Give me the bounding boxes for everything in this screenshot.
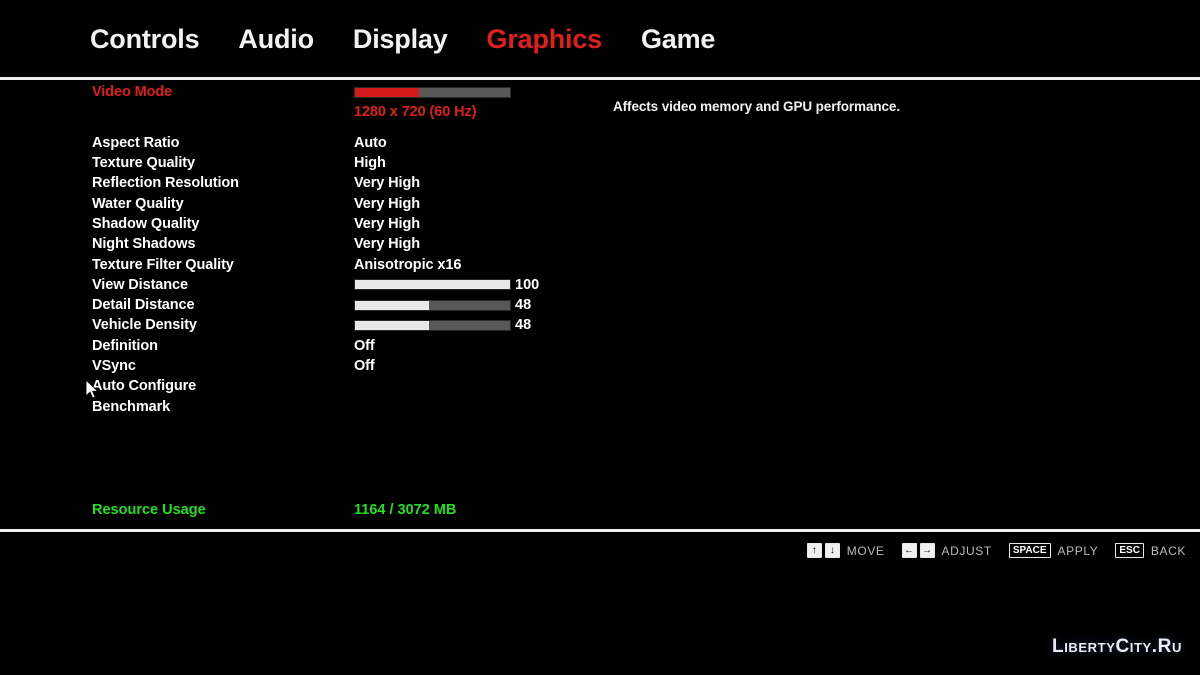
slider-fill bbox=[355, 87, 419, 97]
game-options-screen: Controls Audio Display Graphics Game Video M… bbox=[0, 0, 1200, 675]
slider-fill bbox=[355, 280, 510, 290]
slider-fill bbox=[355, 320, 430, 330]
settings-tab-bar: Controls Audio Display Graphics Game bbox=[0, 0, 1200, 78]
setting-label: View Distance bbox=[92, 276, 188, 293]
setting-label: Definition bbox=[92, 337, 158, 354]
footer-bar: ↑ ↓ MOVE ← → ADJUST SPACE APPLY ESC BACK LibertyC… bbox=[0, 532, 1200, 675]
keycap-icon: ↓ bbox=[824, 543, 840, 558]
keycap-group: SPACE bbox=[1008, 543, 1051, 558]
hint-label: ADJUST bbox=[941, 543, 992, 558]
setting-row[interactable]: Video Mode bbox=[0, 82, 600, 102]
keycap-group: ← → bbox=[901, 543, 935, 558]
site-watermark: LibertyCity.Ru bbox=[1051, 636, 1182, 657]
setting-value[interactable]: Off bbox=[354, 358, 375, 374]
slider-value: 100 bbox=[515, 276, 540, 293]
setting-row[interactable]: Auto Configure bbox=[0, 376, 600, 396]
tab-graphics[interactable]: Graphics bbox=[487, 24, 603, 55]
setting-row[interactable]: Texture Quality High bbox=[0, 153, 600, 173]
resource-usage-label: Resource Usage bbox=[92, 502, 206, 518]
setting-label: Video Mode bbox=[92, 84, 173, 101]
setting-row[interactable]: Benchmark bbox=[0, 396, 600, 416]
tab-game[interactable]: Game bbox=[641, 24, 715, 55]
keycap-icon: ESC bbox=[1115, 543, 1144, 558]
setting-label: Water Quality bbox=[92, 195, 184, 212]
setting-value[interactable]: Very High bbox=[354, 175, 420, 191]
row-spacer bbox=[0, 123, 600, 133]
hint-label: BACK bbox=[1150, 543, 1186, 558]
hint-back: ESC BACK bbox=[1115, 543, 1186, 558]
setting-row[interactable]: Reflection Resolution Very High bbox=[0, 173, 600, 193]
setting-row[interactable]: VSync Off bbox=[0, 356, 600, 376]
tab-controls[interactable]: Controls bbox=[90, 24, 200, 55]
keycap-icon: SPACE bbox=[1008, 543, 1051, 558]
setting-value[interactable]: Very High bbox=[354, 196, 420, 212]
setting-row[interactable]: Definition Off bbox=[0, 336, 600, 356]
hint-adjust: ← → ADJUST bbox=[901, 543, 992, 558]
slider-value: 48 bbox=[515, 297, 532, 314]
setting-label: Detail Distance bbox=[92, 297, 195, 314]
setting-label: VSync bbox=[92, 358, 136, 374]
setting-label: Auto Configure bbox=[92, 378, 197, 395]
setting-row[interactable]: Texture Filter Quality Anisotropic x16 bbox=[0, 254, 600, 274]
slider-fill bbox=[355, 300, 430, 310]
setting-row[interactable]: Shadow Quality Very High bbox=[0, 214, 600, 234]
setting-row[interactable]: Night Shadows Very High bbox=[0, 234, 600, 254]
keycap-group: ↑ ↓ bbox=[806, 543, 840, 558]
hint-apply: SPACE APPLY bbox=[1008, 543, 1099, 558]
setting-row[interactable]: Water Quality Very High bbox=[0, 193, 600, 213]
setting-value[interactable]: Very High bbox=[354, 216, 420, 232]
key-hints: ↑ ↓ MOVE ← → ADJUST SPACE APPLY ESC BACK bbox=[806, 543, 1186, 558]
slider-value: 48 bbox=[515, 317, 532, 334]
setting-row[interactable]: Vehicle Density 48 bbox=[0, 315, 600, 335]
keycap-icon: ↑ bbox=[806, 543, 822, 558]
setting-value[interactable]: Very High bbox=[354, 236, 420, 252]
setting-slider[interactable] bbox=[354, 279, 511, 291]
setting-value[interactable]: Off bbox=[354, 338, 375, 354]
setting-label: Texture Quality bbox=[92, 155, 195, 172]
setting-label: Benchmark bbox=[92, 398, 171, 415]
hint-label: MOVE bbox=[846, 543, 885, 558]
hint-label: APPLY bbox=[1057, 543, 1099, 558]
settings-list: Video Mode 1280 x 720 (60 Hz) Aspect Ratio… bbox=[0, 82, 600, 417]
setting-value[interactable]: Anisotropic x16 bbox=[354, 257, 461, 273]
setting-label: Texture Filter Quality bbox=[92, 256, 234, 273]
setting-label: Shadow Quality bbox=[92, 215, 200, 232]
resource-usage-value: 1164 / 3072 MB bbox=[354, 502, 457, 518]
setting-label: Reflection Resolution bbox=[92, 175, 239, 192]
video-mode-value-row[interactable]: 1280 x 720 (60 Hz) bbox=[0, 102, 600, 122]
resource-usage-row: Resource Usage 1164 / 3072 MB bbox=[0, 502, 600, 522]
setting-value[interactable]: High bbox=[354, 155, 386, 171]
keycap-icon: ← bbox=[901, 543, 917, 558]
setting-label: Night Shadows bbox=[92, 236, 196, 253]
tab-display[interactable]: Display bbox=[353, 24, 448, 55]
setting-description: Affects video memory and GPU performance… bbox=[613, 99, 900, 114]
hint-move: ↑ ↓ MOVE bbox=[806, 543, 885, 558]
setting-row[interactable]: View Distance 100 bbox=[0, 275, 600, 295]
setting-slider[interactable] bbox=[354, 319, 511, 331]
setting-slider[interactable] bbox=[354, 299, 511, 311]
graphics-settings-panel: Video Mode 1280 x 720 (60 Hz) Aspect Ratio… bbox=[0, 82, 1200, 529]
keycap-group: ESC bbox=[1115, 543, 1144, 558]
setting-slider[interactable] bbox=[354, 86, 511, 98]
setting-label: Vehicle Density bbox=[92, 317, 197, 334]
setting-value[interactable]: Auto bbox=[354, 135, 387, 151]
setting-row[interactable]: Detail Distance 48 bbox=[0, 295, 600, 315]
header-divider bbox=[0, 77, 1200, 80]
setting-label: Aspect Ratio bbox=[92, 134, 180, 151]
tab-audio[interactable]: Audio bbox=[238, 24, 314, 55]
setting-row[interactable]: Aspect Ratio Auto bbox=[0, 133, 600, 153]
keycap-icon: → bbox=[919, 543, 935, 558]
video-mode-value[interactable]: 1280 x 720 (60 Hz) bbox=[354, 104, 476, 120]
